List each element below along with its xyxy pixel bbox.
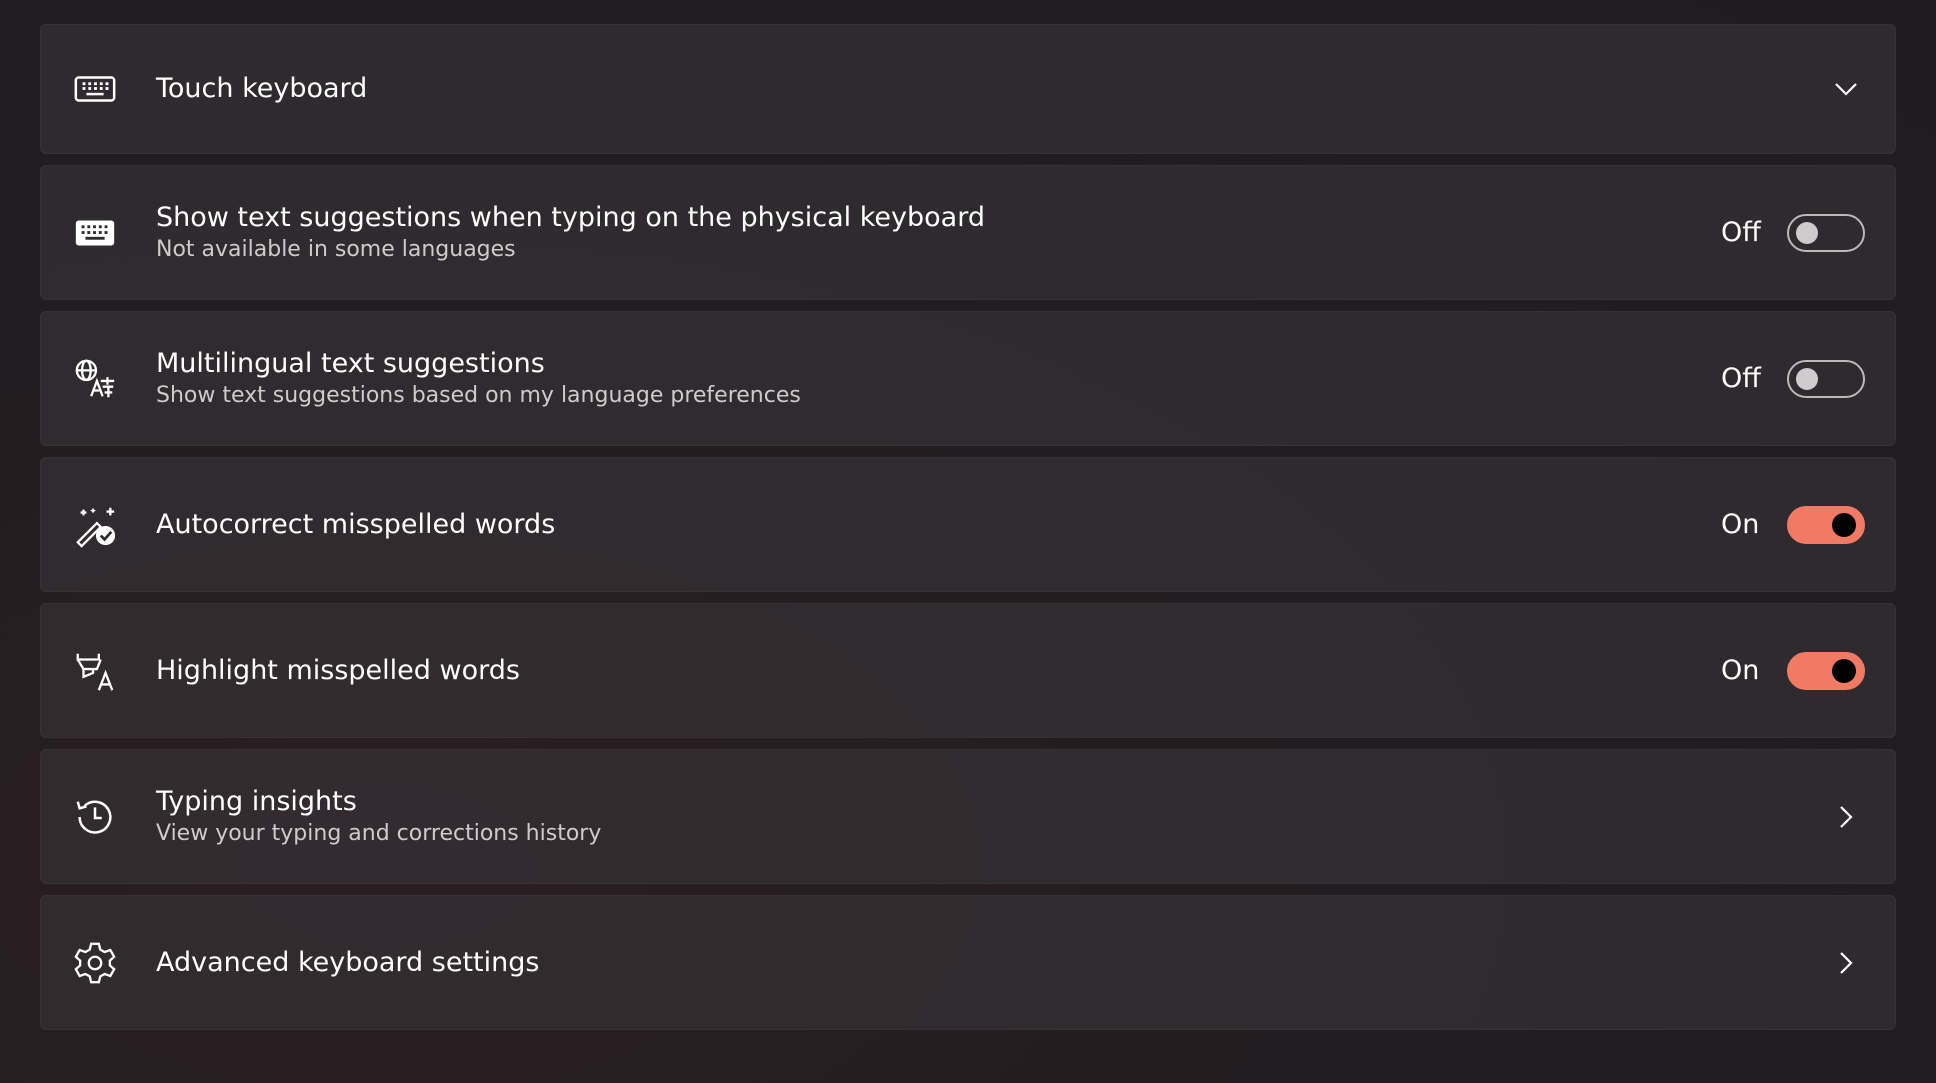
autocorrect-toggle[interactable] — [1787, 505, 1865, 544]
multilingual-toggle[interactable] — [1787, 359, 1865, 398]
setting-text: Autocorrect misspelled words — [156, 508, 555, 542]
highlight-text-icon — [71, 647, 119, 695]
setting-title: Highlight misspelled words — [156, 654, 520, 686]
setting-control: Off — [1721, 213, 1865, 252]
setting-highlight-misspelled: Highlight misspelled words On — [40, 603, 1896, 738]
toggle-knob — [1832, 512, 1856, 537]
setting-text: Typing insights View your typing and cor… — [156, 785, 601, 849]
setting-title: Multilingual text suggestions — [156, 347, 545, 379]
language-icon — [71, 355, 119, 403]
history-icon — [71, 793, 119, 841]
setting-typing-insights[interactable]: Typing insights View your typing and cor… — [40, 749, 1896, 884]
setting-title: Autocorrect misspelled words — [156, 508, 556, 540]
gear-icon — [71, 939, 119, 987]
setting-title: Show text suggestions when typing on the… — [156, 201, 985, 233]
toggle-knob — [1832, 658, 1856, 683]
setting-title: Typing insights — [156, 785, 357, 817]
setting-text: Multilingual text suggestions Show text … — [156, 347, 801, 411]
touch-keyboard-icon — [71, 65, 119, 113]
setting-subtitle: Not available in some languages — [156, 236, 516, 262]
keyboard-icon — [71, 209, 119, 257]
setting-control — [1831, 74, 1865, 104]
setting-title: Touch keyboard — [156, 73, 368, 104]
setting-subtitle: Show text suggestions based on my langua… — [156, 382, 801, 408]
setting-text: Show text suggestions when typing on the… — [156, 201, 985, 265]
setting-control — [1831, 948, 1865, 978]
setting-text-suggestions-physical: Show text suggestions when typing on the… — [40, 165, 1896, 300]
toggle-state-label: Off — [1721, 363, 1761, 394]
setting-subtitle: View your typing and corrections history — [156, 820, 602, 846]
highlight-toggle[interactable] — [1787, 651, 1865, 690]
chevron-right-icon[interactable] — [1831, 802, 1861, 832]
setting-control: On — [1721, 651, 1865, 690]
toggle-knob — [1796, 367, 1818, 390]
setting-autocorrect: Autocorrect misspelled words On — [40, 457, 1896, 592]
toggle-knob — [1796, 221, 1818, 244]
setting-control: On — [1721, 505, 1865, 544]
text-suggestions-toggle[interactable] — [1787, 213, 1865, 252]
toggle-state-label: On — [1721, 509, 1760, 540]
setting-text: Highlight misspelled words — [156, 654, 520, 688]
setting-text: Advanced keyboard settings — [156, 946, 539, 980]
setting-advanced-keyboard[interactable]: Advanced keyboard settings — [40, 895, 1896, 1030]
chevron-down-icon[interactable] — [1831, 74, 1861, 104]
setting-text: Touch keyboard — [156, 72, 367, 106]
toggle-state-label: On — [1721, 655, 1760, 686]
setting-control — [1831, 802, 1865, 832]
chevron-right-icon[interactable] — [1831, 948, 1861, 978]
setting-title: Advanced keyboard settings — [156, 946, 540, 978]
setting-touch-keyboard[interactable]: Touch keyboard — [40, 24, 1896, 154]
toggle-state-label: Off — [1721, 217, 1761, 248]
settings-list: Touch keyboard Show text suggestions whe… — [40, 24, 1896, 1041]
setting-multilingual-suggestions: Multilingual text suggestions Show text … — [40, 311, 1896, 446]
autocorrect-icon — [71, 501, 119, 549]
setting-control: Off — [1721, 359, 1865, 398]
